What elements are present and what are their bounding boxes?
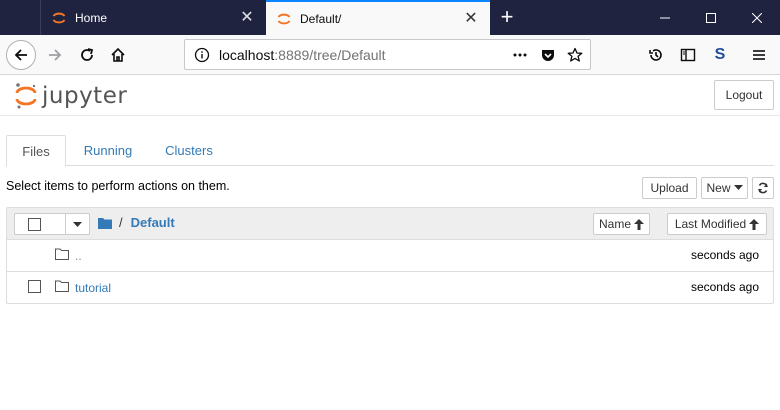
selection-hint: Select items to perform actions on them. xyxy=(6,179,230,193)
extension-s-icon: S xyxy=(714,46,726,63)
jupyter-header: jupyter Logout xyxy=(0,75,780,116)
jupyter-logo[interactable]: jupyter xyxy=(14,81,127,111)
url-host: localhost xyxy=(219,47,275,63)
bookmark-star-icon[interactable] xyxy=(566,46,584,64)
menu-button[interactable] xyxy=(744,40,774,70)
jupyter-tabs: Files Running Clusters xyxy=(6,135,774,167)
tab-clusters[interactable]: Clusters xyxy=(154,135,224,166)
refresh-icon xyxy=(758,182,768,194)
tab-running[interactable]: Running xyxy=(73,135,143,166)
info-icon[interactable] xyxy=(193,46,211,64)
reload-icon xyxy=(81,48,94,61)
folder-icon[interactable] xyxy=(98,217,112,229)
browser-titlebar: Home ✕ Default/ ✕ + xyxy=(0,0,780,35)
upload-button[interactable]: Upload xyxy=(642,177,697,199)
tab-files[interactable]: Files xyxy=(6,135,66,167)
url-text[interactable]: localhost:8889/tree/Default xyxy=(219,47,386,63)
arrow-up-icon xyxy=(634,218,644,230)
new-button-label: New xyxy=(706,181,731,195)
browser-tab-default[interactable]: Default/ ✕ xyxy=(266,0,490,35)
arrow-left-icon xyxy=(14,49,27,61)
hamburger-menu-icon xyxy=(753,50,765,60)
reload-button[interactable] xyxy=(72,40,102,70)
close-icon xyxy=(752,12,762,23)
pocket-icon[interactable] xyxy=(539,46,557,64)
jupyter-favicon-icon xyxy=(277,13,291,24)
arrow-right-icon xyxy=(49,49,62,61)
page-actions-icon[interactable] xyxy=(511,46,529,64)
sort-name-label: Name xyxy=(598,217,631,231)
history-icon xyxy=(649,49,662,61)
logout-button[interactable]: Logout xyxy=(714,80,774,110)
sidebar-button[interactable] xyxy=(673,40,703,70)
forward-button[interactable] xyxy=(40,40,70,70)
folder-outline-icon xyxy=(55,248,69,260)
minimize-window-button[interactable] xyxy=(642,0,688,35)
breadcrumb: / Default xyxy=(98,215,175,230)
tab-title: Home xyxy=(75,10,108,25)
home-button[interactable] xyxy=(103,40,133,70)
divider xyxy=(65,214,66,234)
close-tab-icon[interactable]: ✕ xyxy=(236,9,258,26)
file-modified: seconds ago xyxy=(690,248,759,262)
maximize-window-button[interactable] xyxy=(688,0,734,35)
close-tab-icon[interactable]: ✕ xyxy=(460,10,482,27)
arrow-up-icon xyxy=(749,218,760,230)
sort-name-button[interactable]: Name xyxy=(593,213,650,235)
maximize-icon xyxy=(706,12,716,23)
home-icon xyxy=(111,47,125,62)
extension-button[interactable]: S xyxy=(705,40,735,70)
breadcrumb-separator: / xyxy=(119,215,123,230)
caret-down-icon xyxy=(733,185,743,190)
new-dropdown-button[interactable]: New xyxy=(701,177,748,199)
folder-outline-icon xyxy=(55,280,69,292)
file-name-link[interactable]: tutorial xyxy=(75,281,111,295)
jupyter-favicon-icon xyxy=(52,12,66,23)
close-window-button[interactable] xyxy=(734,0,780,35)
url-path: :8889/tree/Default xyxy=(274,47,386,63)
url-bar[interactable]: localhost:8889/tree/Default xyxy=(184,39,591,70)
new-tab-button[interactable]: + xyxy=(494,5,520,31)
minimize-icon xyxy=(660,17,670,18)
select-all-checkbox[interactable] xyxy=(28,218,41,231)
list-item[interactable]: .. seconds ago xyxy=(7,240,773,272)
breadcrumb-current[interactable]: Default xyxy=(131,215,175,230)
back-button[interactable] xyxy=(6,40,36,70)
file-name-link[interactable]: .. xyxy=(75,249,82,263)
history-button[interactable] xyxy=(641,40,671,70)
list-item[interactable]: tutorial seconds ago xyxy=(7,272,773,304)
jupyter-logo-icon xyxy=(15,83,37,109)
jupyter-logo-text: jupyter xyxy=(42,83,128,109)
caret-down-icon[interactable] xyxy=(73,222,82,228)
tab-title: Default/ xyxy=(300,11,342,26)
file-list: / Default Name Last Modified .. seconds … xyxy=(6,207,774,304)
select-all-group[interactable] xyxy=(14,213,90,235)
sidebar-icon xyxy=(680,48,696,62)
browser-navbar: localhost:8889/tree/Default S xyxy=(0,35,780,75)
file-modified: seconds ago xyxy=(690,280,759,294)
item-checkbox[interactable] xyxy=(28,280,41,293)
browser-tab-home[interactable]: Home ✕ xyxy=(40,0,266,35)
sort-modified-button[interactable]: Last Modified xyxy=(667,213,767,235)
file-list-header: / Default Name Last Modified xyxy=(7,208,773,240)
refresh-button[interactable] xyxy=(752,177,774,199)
sort-modified-label: Last Modified xyxy=(674,217,747,231)
